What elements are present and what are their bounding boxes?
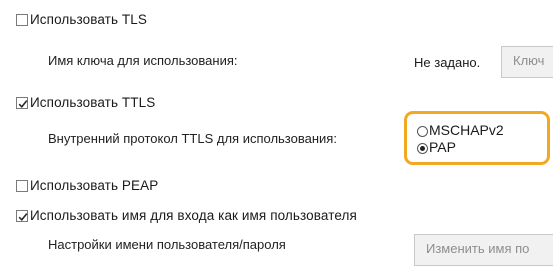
change-username-button[interactable]: Изменить имя по (414, 234, 553, 266)
use-login-as-username-label: Использовать имя для входа как имя польз… (30, 208, 357, 223)
use-ttls-label: Использовать TTLS (30, 95, 156, 110)
checkmark-icon (18, 213, 28, 221)
use-login-as-username-checkbox[interactable] (16, 210, 28, 222)
ttls-inner-protocol-label: Внутренний протокол TTLS для использован… (48, 131, 337, 146)
use-ttls-checkbox[interactable] (16, 97, 28, 109)
use-tls-checkbox[interactable] (16, 14, 28, 26)
protocol-highlight-frame (404, 111, 550, 165)
key-name-label: Имя ключа для использования: (48, 53, 238, 68)
checkmark-icon (18, 100, 28, 108)
credentials-settings-label: Настройки имени пользователя/пароля (48, 237, 286, 252)
key-name-value: Не задано. (414, 55, 481, 70)
use-peap-label: Использовать PEAP (30, 178, 159, 193)
use-tls-label: Использовать TLS (30, 12, 147, 27)
key-select-button[interactable]: Ключ (501, 46, 553, 78)
use-peap-checkbox[interactable] (16, 180, 28, 192)
